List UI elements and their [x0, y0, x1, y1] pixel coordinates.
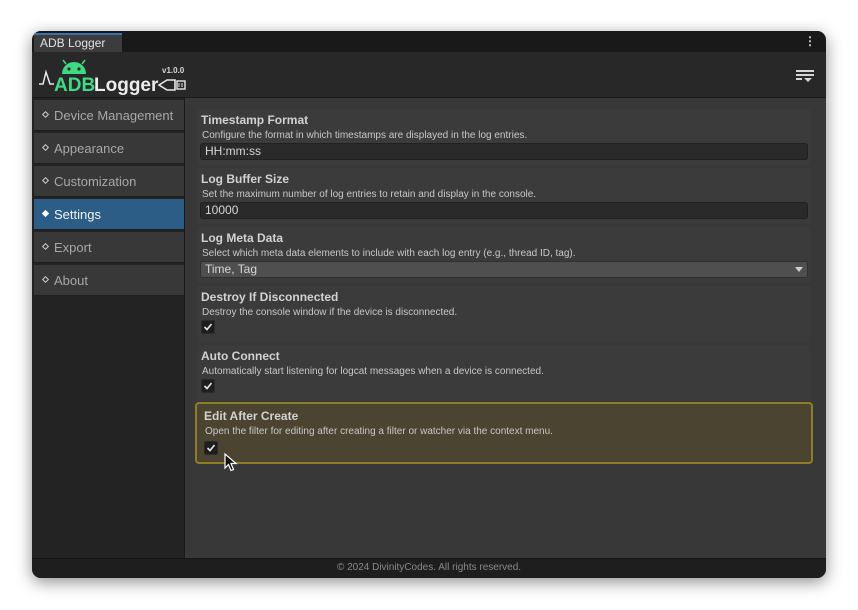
auto-connect-checkbox[interactable]: [201, 379, 215, 393]
copyright-text: © 2024 DivinityCodes. All rights reserve…: [336, 562, 522, 573]
sidebar-item-about[interactable]: About: [34, 265, 184, 296]
setting-title: Log Meta Data: [201, 231, 284, 245]
header: ADB Logger v1.0.0: [32, 52, 826, 98]
setting-log-meta-data: Log Meta Data Select which meta data ele…: [198, 227, 810, 283]
diamond-bullet-icon: [41, 209, 50, 218]
setting-description: Destroy the console window if the device…: [202, 307, 458, 318]
kebab-menu-icon[interactable]: ⋮: [804, 35, 816, 47]
sidebar-item-export[interactable]: Export: [34, 232, 184, 263]
sidebar-item-settings[interactable]: Settings: [34, 199, 184, 230]
setting-description: Set the maximum number of log entries to…: [202, 189, 537, 200]
sidebar-item-label: Settings: [54, 207, 101, 222]
setting-description: Configure the format in which timestamps…: [202, 130, 528, 141]
sidebar-item-label: Customization: [54, 174, 137, 189]
mouse-cursor-icon: [224, 453, 238, 472]
checkmark-icon: [206, 444, 216, 452]
checkmark-icon: [203, 382, 213, 390]
sidebar-item-device-management[interactable]: Device Management: [34, 100, 184, 131]
settings-panel: Timestamp Format Configure the format in…: [185, 98, 826, 559]
diamond-bullet-icon: [41, 143, 50, 152]
setting-timestamp-format: Timestamp Format Configure the format in…: [198, 109, 810, 165]
log-meta-data-dropdown[interactable]: Time, Tag: [200, 261, 808, 278]
sidebar-item-customization[interactable]: Customization: [34, 166, 184, 197]
sidebar-item-appearance[interactable]: Appearance: [34, 133, 184, 164]
diamond-bullet-icon: [41, 176, 50, 185]
diamond-bullet-icon: [41, 242, 50, 251]
window-tab[interactable]: ADB Logger: [34, 33, 122, 52]
timestamp-format-input[interactable]: HH:mm:ss: [200, 143, 808, 160]
setting-title: Timestamp Format: [201, 113, 309, 127]
footer: © 2024 DivinityCodes. All rights reserve…: [32, 558, 826, 578]
setting-auto-connect: Auto Connect Automatically start listeni…: [198, 345, 810, 401]
sidebar-item-label: About: [54, 273, 88, 288]
svg-text:ADB: ADB: [54, 75, 95, 96]
usb-plug-icon: [157, 79, 186, 91]
chevron-down-icon: [795, 267, 803, 272]
destroy-if-disconnected-checkbox[interactable]: [201, 320, 215, 334]
sidebar-item-label: Export: [54, 240, 92, 255]
setting-log-buffer-size: Log Buffer Size Set the maximum number o…: [198, 168, 810, 224]
checkmark-icon: [203, 323, 213, 331]
diamond-bullet-icon: [41, 275, 50, 284]
setting-description: Automatically start listening for logcat…: [202, 366, 544, 377]
svg-text:Logger: Logger: [94, 75, 159, 96]
tab-bar: ADB Logger ⋮: [32, 31, 826, 52]
setting-title: Log Buffer Size: [201, 172, 290, 186]
setting-title: Destroy If Disconnected: [201, 290, 339, 304]
log-buffer-size-input[interactable]: 10000: [200, 202, 808, 219]
signal-wave-icon: [39, 69, 54, 85]
setting-title: Auto Connect: [201, 349, 280, 363]
adb-logger-logo: ADB Logger: [39, 59, 186, 96]
setting-title: Edit After Create: [204, 409, 299, 423]
editor-window: ADB Logger ⋮ ADB Logger v1.0.0 Device Ma…: [32, 31, 826, 578]
sidebar-item-label: Appearance: [54, 141, 125, 156]
sidebar: Device Management Appearance Customizati…: [32, 98, 185, 559]
diamond-bullet-icon: [41, 110, 50, 119]
filter-menu-icon[interactable]: [796, 69, 814, 83]
setting-description: Open the filter for editing after creati…: [205, 426, 553, 437]
sidebar-item-label: Device Management: [54, 108, 174, 123]
version-label: v1.0.0: [162, 66, 185, 75]
setting-edit-after-create: Edit After Create Open the filter for ed…: [195, 402, 813, 464]
edit-after-create-checkbox[interactable]: [204, 441, 218, 455]
setting-destroy-if-disconnected: Destroy If Disconnected Destroy the cons…: [198, 286, 810, 342]
android-logo-icon: [62, 59, 86, 74]
dropdown-value: Time, Tag: [205, 262, 258, 276]
setting-description: Select which meta data elements to inclu…: [202, 248, 576, 259]
